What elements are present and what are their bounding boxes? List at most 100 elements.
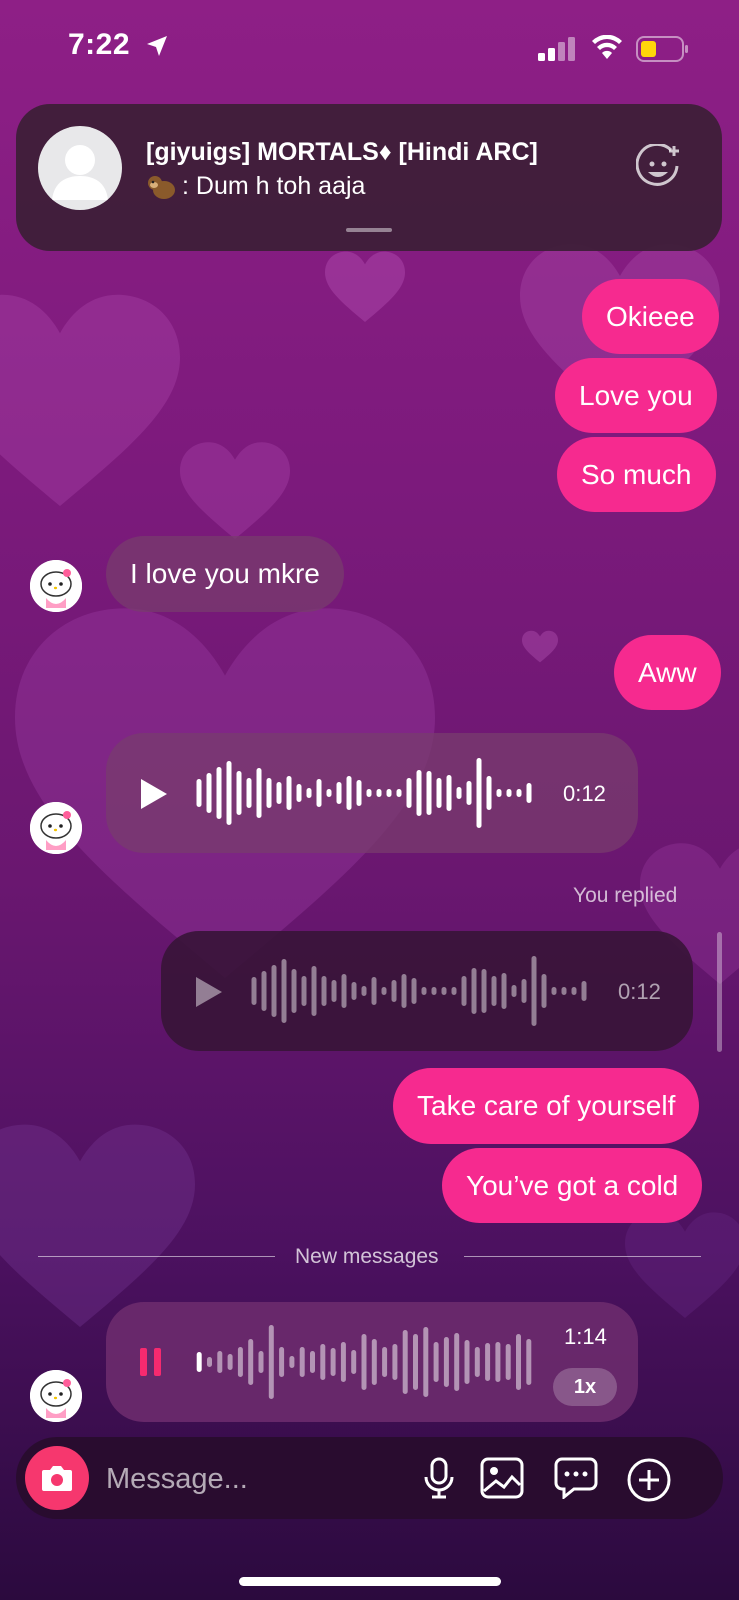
scroll-indicator[interactable] bbox=[717, 932, 722, 1052]
waveform-bar bbox=[326, 789, 332, 797]
waveform-bar bbox=[236, 771, 242, 815]
message-bubble-outgoing[interactable]: Aww bbox=[614, 635, 721, 710]
message-input[interactable] bbox=[106, 1459, 386, 1499]
waveform-bar bbox=[396, 789, 402, 797]
waveform-bar bbox=[571, 987, 577, 995]
waveform-bar bbox=[336, 782, 342, 804]
message-text: So much bbox=[581, 458, 692, 490]
sticker-chat-icon[interactable] bbox=[554, 1457, 598, 1499]
waveform-bar bbox=[246, 778, 252, 808]
heart-decoration bbox=[625, 1212, 739, 1318]
hello-kitty-avatar-icon bbox=[30, 802, 82, 854]
waveform-bar bbox=[286, 776, 292, 810]
pause-icon[interactable] bbox=[138, 1346, 164, 1378]
waveform-bar bbox=[271, 965, 277, 1017]
play-icon[interactable] bbox=[138, 777, 170, 811]
waveform-bar bbox=[476, 758, 482, 828]
plus-icon[interactable] bbox=[626, 1457, 672, 1503]
playback-speed-button[interactable]: 1x bbox=[553, 1368, 617, 1406]
notification-body-text: : Dum h toh aaja bbox=[182, 172, 366, 200]
play-icon[interactable] bbox=[193, 975, 225, 1009]
waveform-bar bbox=[466, 781, 472, 805]
message-text: Love you bbox=[579, 379, 693, 411]
waveform-bar bbox=[516, 1334, 521, 1390]
waveform-bar bbox=[531, 956, 537, 1026]
waveform-bar bbox=[474, 1347, 480, 1377]
waveform-bar bbox=[266, 778, 272, 808]
status-time: 7:22 bbox=[68, 28, 131, 61]
waveform[interactable] bbox=[194, 1322, 534, 1402]
message-bubble-outgoing[interactable]: Okieee bbox=[582, 279, 719, 354]
waveform-bar bbox=[382, 1347, 388, 1377]
waveform-bar bbox=[346, 776, 352, 810]
waveform-bar bbox=[505, 1344, 511, 1380]
contact-avatar[interactable] bbox=[30, 560, 82, 612]
message-composer bbox=[16, 1437, 723, 1519]
contact-avatar[interactable] bbox=[30, 1370, 82, 1422]
waveform-bar bbox=[454, 1333, 460, 1391]
camera-button[interactable] bbox=[25, 1446, 89, 1510]
notification-avatar bbox=[38, 126, 122, 210]
contact-avatar[interactable] bbox=[30, 802, 82, 854]
notification-grabber[interactable] bbox=[346, 228, 392, 232]
message-bubble-outgoing[interactable]: So much bbox=[557, 437, 716, 512]
waveform-bar bbox=[196, 779, 202, 807]
divider-line-left bbox=[38, 1256, 275, 1257]
voice-message-incoming[interactable]: 0:12 bbox=[106, 733, 638, 853]
default-avatar-icon bbox=[52, 145, 108, 200]
hello-kitty-avatar-icon bbox=[30, 1370, 82, 1422]
heart-decoration bbox=[325, 251, 405, 322]
message-bubble-outgoing[interactable]: You’ve got a cold bbox=[442, 1148, 703, 1223]
waveform-bar bbox=[443, 1337, 449, 1387]
waveform-bar bbox=[206, 773, 212, 813]
waveform-bar bbox=[216, 767, 222, 819]
camera-icon bbox=[42, 1466, 72, 1491]
divider-line-right bbox=[464, 1256, 701, 1257]
waveform-bar bbox=[299, 1347, 305, 1377]
waveform-bar bbox=[316, 779, 322, 807]
waveform-bar bbox=[207, 1357, 212, 1367]
waveform[interactable] bbox=[194, 753, 534, 833]
message-bubble-outgoing[interactable]: Love you bbox=[555, 358, 717, 433]
add-sticker-icon[interactable] bbox=[636, 144, 682, 190]
waveform[interactable] bbox=[249, 951, 589, 1031]
gallery-icon[interactable] bbox=[480, 1457, 524, 1499]
waveform-bar bbox=[426, 771, 432, 815]
message-bubble-incoming[interactable]: I love you mkre bbox=[106, 536, 344, 612]
waveform-bar bbox=[401, 974, 407, 1008]
waveform-bar bbox=[526, 783, 532, 803]
waveform-bar bbox=[516, 789, 522, 797]
home-indicator[interactable] bbox=[239, 1577, 501, 1586]
waveform-bar bbox=[436, 778, 442, 808]
waveform-bar bbox=[481, 969, 487, 1013]
waveform-bar bbox=[491, 976, 497, 1006]
voice-message-playing[interactable]: 1:14 1x bbox=[106, 1302, 638, 1422]
notification-banner[interactable]: [giyuigs] MORTALS♦ [Hindi ARC] : Dum h t… bbox=[16, 104, 722, 251]
location-arrow-icon bbox=[147, 36, 167, 56]
heart-decoration bbox=[522, 630, 558, 663]
waveform-bar bbox=[451, 987, 457, 995]
hello-kitty-avatar-icon bbox=[30, 560, 82, 612]
waveform-bar bbox=[561, 987, 567, 995]
waveform-bar bbox=[227, 1354, 233, 1370]
waveform-bar bbox=[413, 1334, 418, 1390]
status-bar: 7:22 bbox=[0, 0, 739, 100]
waveform-bar bbox=[340, 1342, 346, 1382]
message-bubble-outgoing[interactable]: Take care of yourself bbox=[393, 1068, 700, 1144]
voice-message-replied[interactable]: 0:12 bbox=[161, 931, 693, 1051]
waveform-bar bbox=[386, 789, 392, 797]
notification-title: [giyuigs] MORTALS♦ [Hindi ARC] bbox=[146, 138, 538, 166]
waveform-bar bbox=[306, 788, 312, 798]
message-text: Take care of yourself bbox=[417, 1090, 676, 1121]
waveform-bar bbox=[268, 1325, 274, 1399]
waveform-bar bbox=[421, 987, 427, 995]
waveform-bar bbox=[366, 789, 372, 797]
waveform-bar bbox=[296, 784, 302, 802]
waveform-bar bbox=[376, 789, 382, 797]
waveform-bar bbox=[464, 1340, 470, 1384]
microphone-icon[interactable] bbox=[422, 1457, 456, 1499]
waveform-bar bbox=[581, 981, 587, 1001]
message-text: Okieee bbox=[606, 300, 695, 332]
waveform-bar bbox=[321, 976, 327, 1006]
message-text: Aww bbox=[638, 656, 697, 688]
